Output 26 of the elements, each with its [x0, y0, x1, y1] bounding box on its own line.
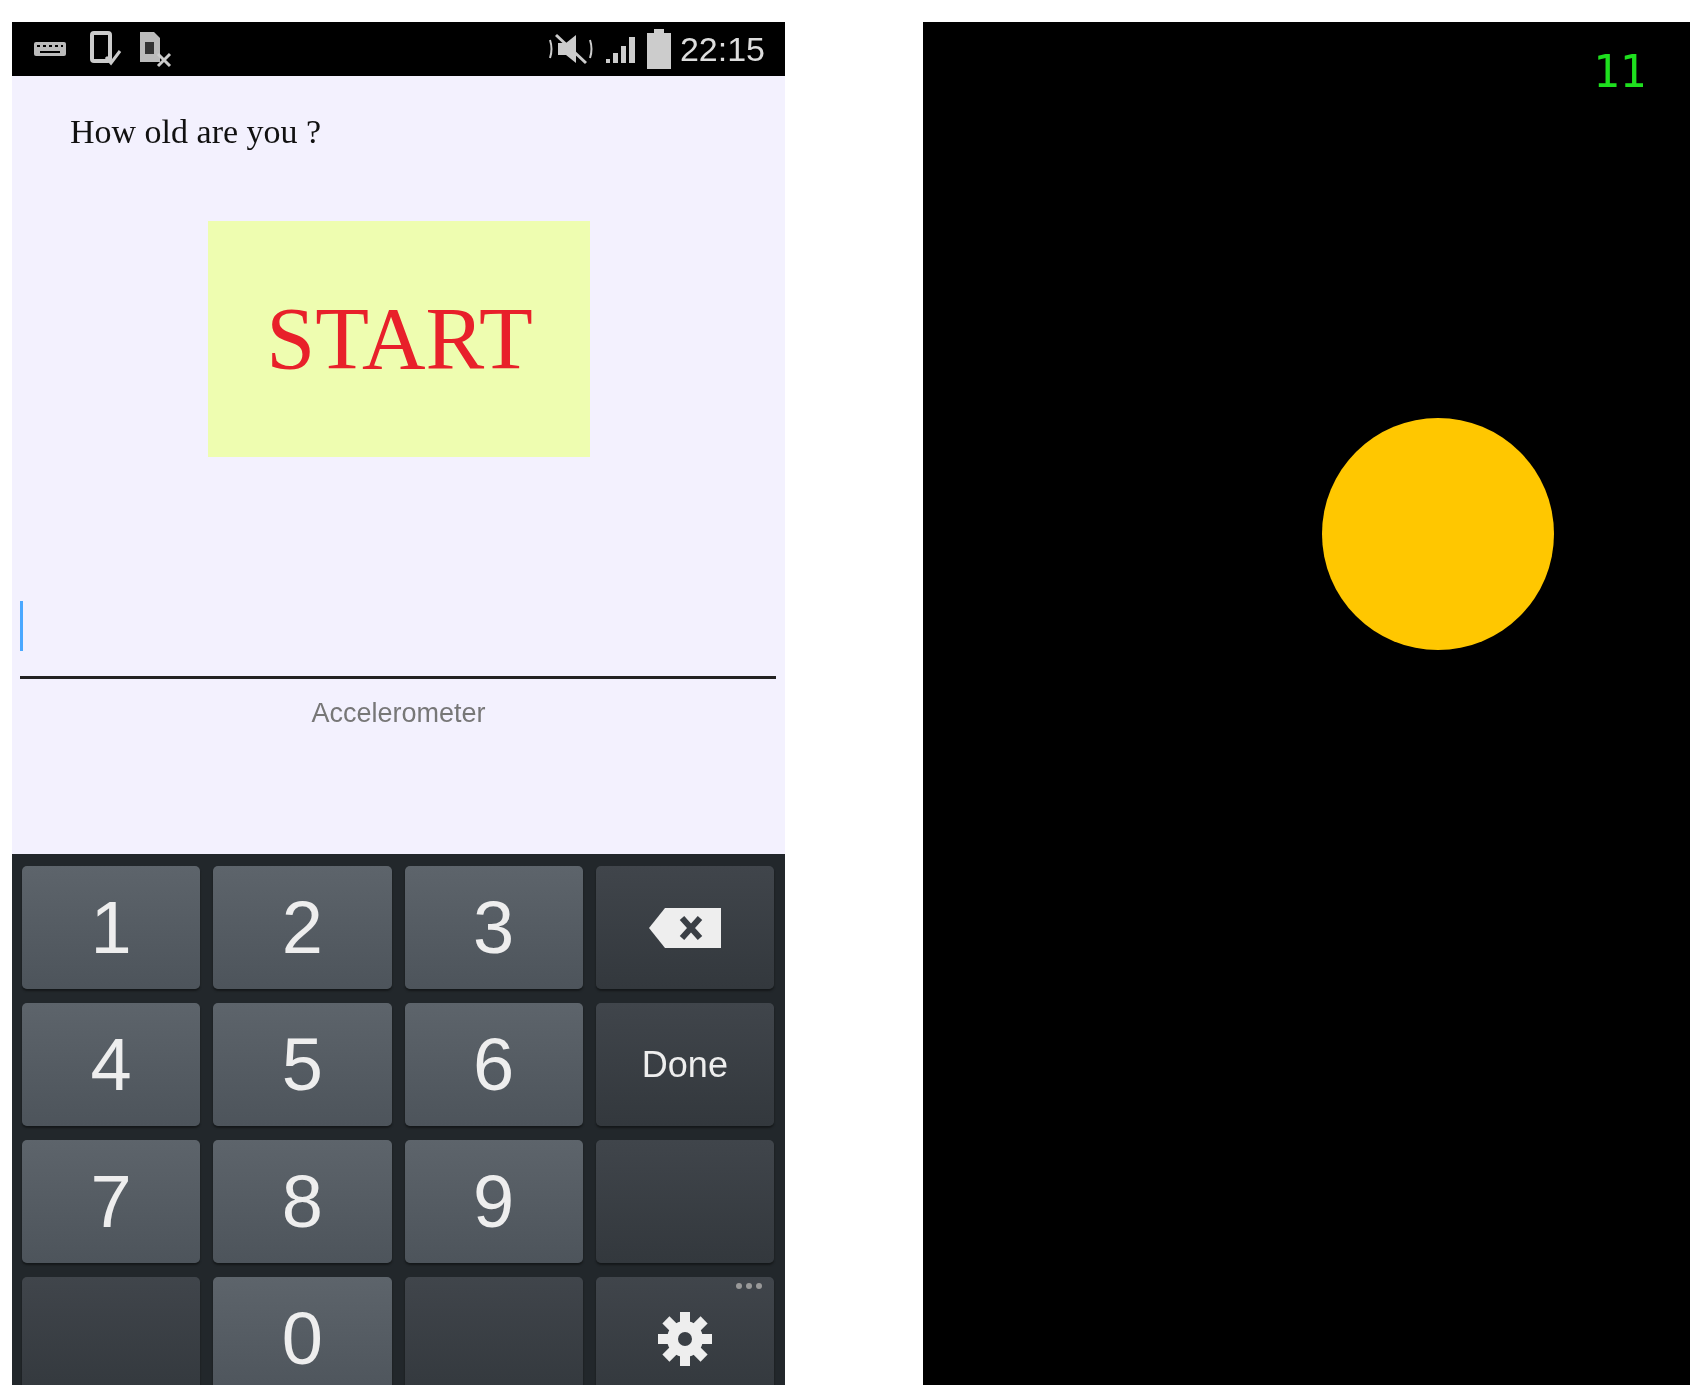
digit-key[interactable]: 5: [213, 1003, 392, 1126]
more-icon: [736, 1283, 762, 1289]
caption-text: Accelerometer: [310, 697, 487, 730]
question-text: How old are you ?: [70, 112, 323, 152]
answer-field[interactable]: [20, 601, 776, 679]
backspace-key[interactable]: [595, 866, 774, 989]
clock-time: 22:15: [679, 28, 765, 70]
done-key[interactable]: Done: [595, 1003, 774, 1126]
digit-key[interactable]: 0: [213, 1277, 392, 1385]
phone-check-icon: [90, 31, 122, 67]
digit-key[interactable]: 1: [22, 866, 201, 989]
backspace-icon: [648, 907, 721, 948]
battery-icon: [645, 29, 672, 69]
digit-key[interactable]: 7: [22, 1140, 201, 1263]
digit-key[interactable]: 4: [22, 1003, 201, 1126]
score-counter: 11: [1593, 50, 1646, 94]
digit-key[interactable]: 3: [404, 866, 583, 989]
digit-key[interactable]: 6: [404, 1003, 583, 1126]
sim-x-icon: [138, 30, 172, 68]
keyboard-icon: [34, 42, 66, 56]
digit-key[interactable]: 2: [213, 866, 392, 989]
digit-key[interactable]: 9: [404, 1140, 583, 1263]
settings-key[interactable]: [595, 1277, 774, 1385]
digit-key[interactable]: 8: [213, 1140, 392, 1263]
settings-icon: [657, 1311, 712, 1366]
start-button[interactable]: START: [207, 221, 590, 457]
